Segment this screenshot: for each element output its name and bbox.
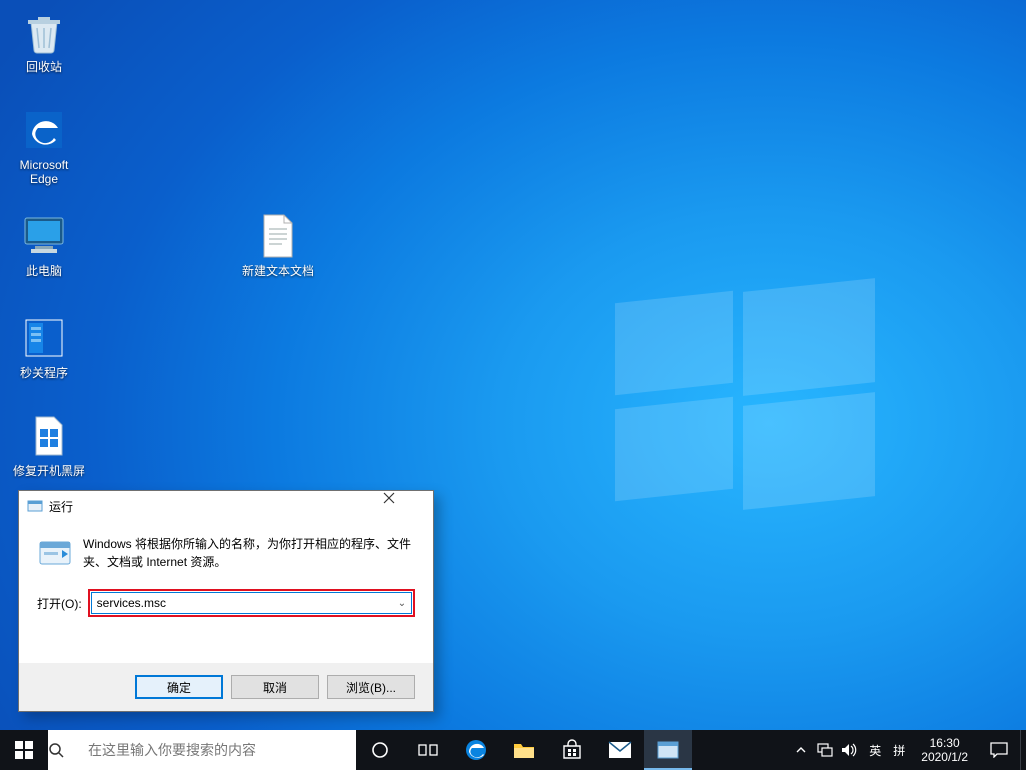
edge-icon <box>464 738 488 762</box>
desktop[interactable]: 回收站 Microsoft Edge 此电脑 新建文本文档 秒关程序 修复开机黑… <box>0 0 1026 770</box>
ime-language[interactable]: 英 <box>863 730 887 770</box>
action-center-button[interactable] <box>978 730 1020 770</box>
ime-mode[interactable]: 拼 <box>887 730 911 770</box>
open-label: 打开(O): <box>37 595 82 612</box>
ok-button[interactable]: 确定 <box>135 675 223 699</box>
run-title-text: 运行 <box>49 498 383 515</box>
taskbar-app-store[interactable] <box>548 730 596 770</box>
computer-icon <box>20 212 68 260</box>
run-body-icon <box>37 535 73 571</box>
tray-network[interactable] <box>813 730 837 770</box>
cancel-button[interactable]: 取消 <box>231 675 319 699</box>
taskbar-app-mail[interactable] <box>596 730 644 770</box>
taskbar-app-edge[interactable] <box>452 730 500 770</box>
search-placeholder: 在这里输入你要搜索的内容 <box>88 740 256 760</box>
desktop-icon-recycle-bin[interactable]: 回收站 <box>6 8 82 74</box>
desktop-icon-text-document[interactable]: 新建文本文档 <box>232 212 324 278</box>
desktop-icon-edge[interactable]: Microsoft Edge <box>6 106 82 186</box>
desktop-icon-fix-blackscreen[interactable]: 修复开机黑屏 <box>6 412 92 478</box>
icon-label: Microsoft Edge <box>6 158 82 186</box>
system-tray <box>789 730 863 770</box>
recycle-bin-icon <box>20 8 68 56</box>
windows-wallpaper-logo <box>615 285 875 505</box>
windows-logo-icon <box>15 741 33 759</box>
taskbar-search[interactable]: 在这里输入你要搜索的内容 <box>48 730 356 770</box>
open-combobox[interactable]: ⌄ <box>91 592 412 614</box>
tray-volume[interactable] <box>837 730 861 770</box>
mail-icon <box>608 741 632 759</box>
desktop-icon-this-pc[interactable]: 此电脑 <box>6 212 82 278</box>
icon-label: 回收站 <box>6 60 82 74</box>
icon-label: 秒关程序 <box>6 366 82 380</box>
taskbar-app-explorer[interactable] <box>500 730 548 770</box>
app-icon <box>25 412 73 460</box>
taskbar-clock[interactable]: 16:30 2020/1/2 <box>911 730 978 770</box>
chevron-up-icon <box>795 744 807 756</box>
taskbar: 在这里输入你要搜索的内容 <box>0 730 1026 770</box>
clock-time: 16:30 <box>921 736 968 750</box>
desktop-icon-seconds-off[interactable]: 秒关程序 <box>6 314 82 380</box>
tray-chevron-up[interactable] <box>789 730 813 770</box>
app-icon <box>20 314 68 362</box>
taskbar-app-run[interactable] <box>644 730 692 770</box>
run-titlebar[interactable]: 运行 <box>19 491 433 521</box>
close-icon <box>383 492 395 504</box>
browse-button[interactable]: 浏览(B)... <box>327 675 415 699</box>
icon-label: 修复开机黑屏 <box>6 464 92 478</box>
notification-icon <box>990 742 1008 758</box>
text-file-icon <box>254 212 302 260</box>
run-title-icon <box>27 498 43 514</box>
run-button-row: 确定 取消 浏览(B)... <box>19 663 433 711</box>
chevron-down-icon[interactable]: ⌄ <box>393 598 411 609</box>
folder-icon <box>513 740 535 760</box>
show-desktop-button[interactable] <box>1020 730 1026 770</box>
store-icon <box>561 739 583 761</box>
volume-icon <box>841 743 857 757</box>
cortana-icon <box>371 741 389 759</box>
close-button[interactable] <box>383 492 427 520</box>
network-icon <box>817 743 833 757</box>
task-view-button[interactable] <box>404 730 452 770</box>
cortana-button[interactable] <box>356 730 404 770</box>
edge-icon <box>20 106 68 154</box>
task-view-icon <box>418 742 438 758</box>
search-icon <box>48 742 88 758</box>
run-dialog: 运行 Windows 将根据你所输入的名称，为你打开相应的程序、文件夹、文档或 … <box>18 490 434 712</box>
run-window-icon <box>657 741 679 759</box>
clock-date: 2020/1/2 <box>921 750 968 764</box>
run-description: Windows 将根据你所输入的名称，为你打开相应的程序、文件夹、文档或 Int… <box>83 535 415 571</box>
highlight-border: ⌄ <box>88 589 415 617</box>
icon-label: 新建文本文档 <box>232 264 324 278</box>
start-button[interactable] <box>0 730 48 770</box>
open-input[interactable] <box>92 593 393 613</box>
icon-label: 此电脑 <box>6 264 82 278</box>
